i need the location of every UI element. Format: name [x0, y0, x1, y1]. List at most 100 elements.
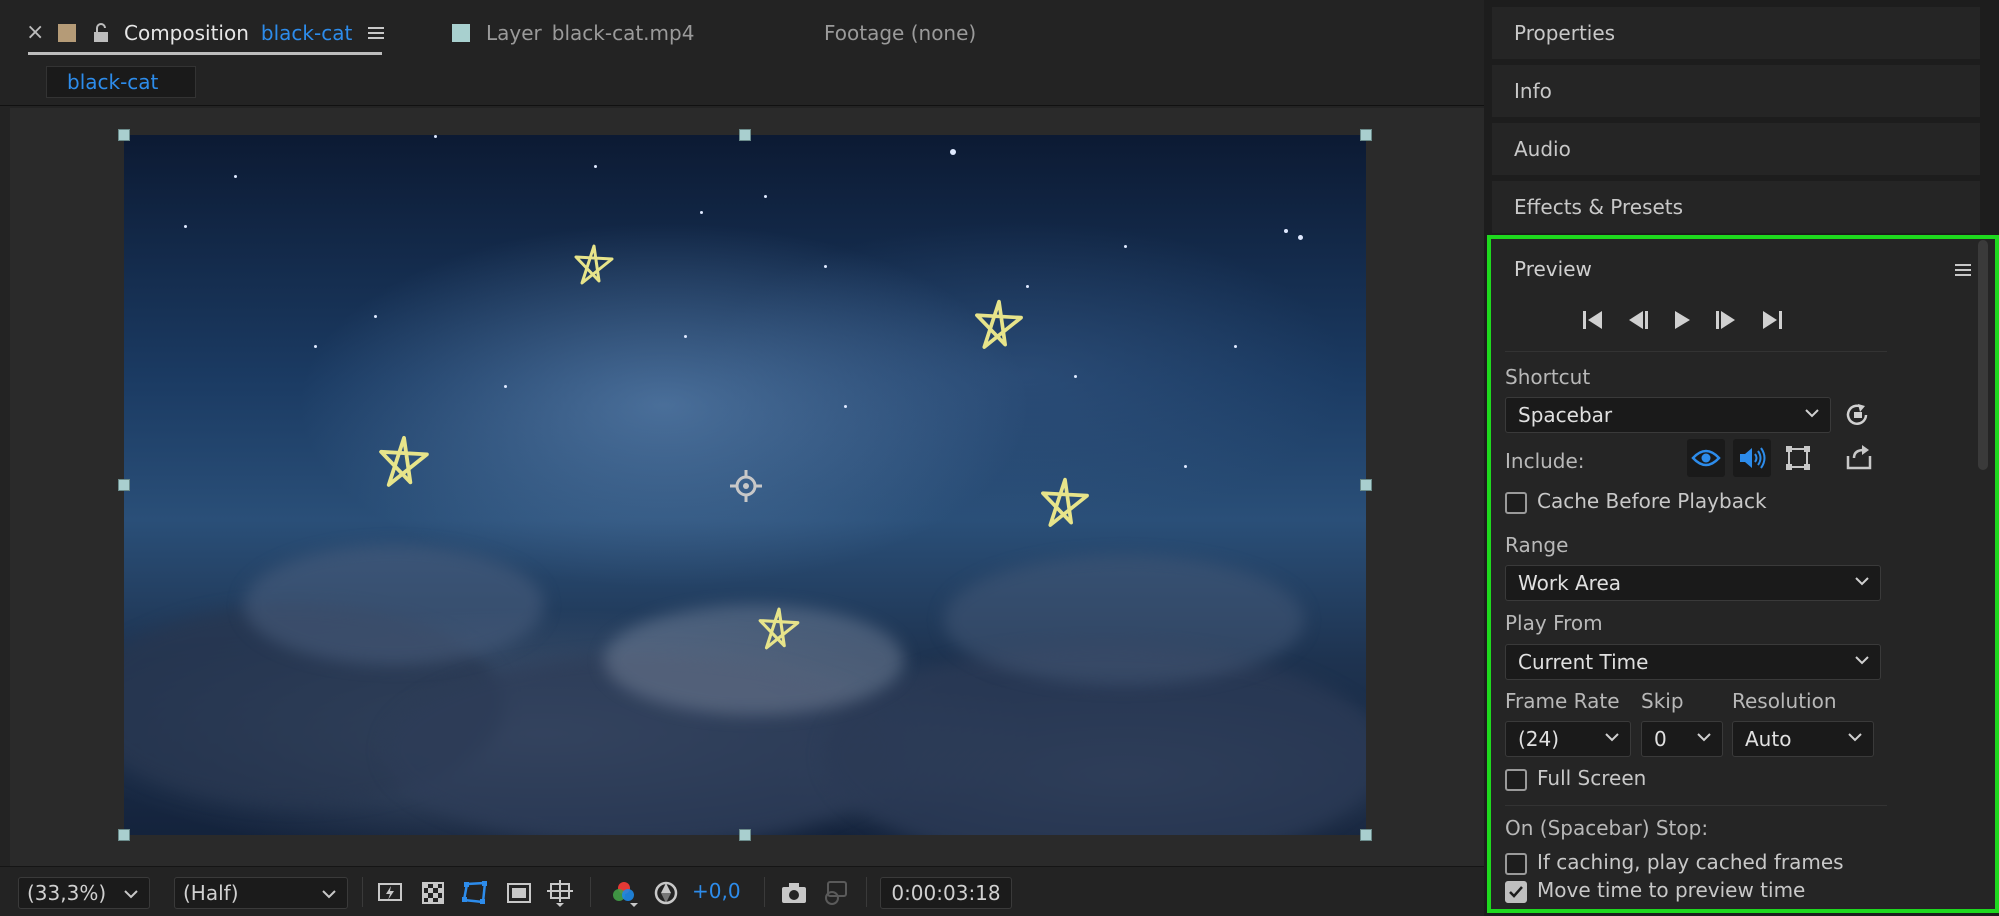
- section-divider: [1505, 805, 1887, 806]
- mask-path-icon[interactable]: [461, 879, 489, 907]
- include-video-toggle[interactable]: [1687, 439, 1725, 477]
- effects-presets-panel-header[interactable]: Effects & Presets: [1492, 181, 1980, 233]
- toolbar-divider: [764, 877, 765, 907]
- full-screen-checkbox[interactable]: [1505, 769, 1527, 791]
- transform-handle[interactable]: [118, 129, 130, 141]
- skip-dropdown[interactable]: 0: [1641, 721, 1723, 757]
- guides-icon[interactable]: [546, 879, 574, 907]
- drawn-star-icon: [1041, 477, 1089, 527]
- transform-handle[interactable]: [1360, 829, 1372, 841]
- full-screen-label: Full Screen: [1537, 766, 1647, 790]
- composition-panel: × Composition black-cat Layer black-cat.…: [0, 0, 1484, 916]
- next-frame-icon[interactable]: [1713, 309, 1739, 331]
- reset-exposure-icon[interactable]: [652, 879, 680, 907]
- cache-before-playback-checkbox[interactable]: [1505, 492, 1527, 514]
- tab-layer-label: Layer: [486, 21, 542, 45]
- tab-footage-label: Footage (none): [824, 21, 977, 45]
- region-of-interest-icon[interactable]: [505, 879, 533, 907]
- composition-tab-bar: × Composition black-cat Layer black-cat.…: [0, 0, 1484, 62]
- active-tab-underline: [28, 52, 382, 55]
- chevron-down-icon: [322, 890, 336, 899]
- tab-layer-name: black-cat.mp4: [551, 21, 695, 45]
- previous-frame-icon[interactable]: [1625, 309, 1651, 331]
- preview-panel-title: Preview: [1514, 257, 1592, 281]
- magnification-dropdown[interactable]: (33,3%): [18, 877, 150, 909]
- tab-layer[interactable]: Layer black-cat.mp4: [452, 18, 694, 48]
- right-panel-scrollbar[interactable]: [1978, 240, 1988, 470]
- snapshot-icon[interactable]: [780, 879, 808, 907]
- frame-rate-dropdown[interactable]: (24): [1505, 721, 1631, 757]
- eye-icon: [1691, 449, 1721, 467]
- chevron-down-icon: [1848, 733, 1862, 742]
- transparency-grid-icon[interactable]: [419, 879, 447, 907]
- toolbar-divider: [590, 877, 591, 907]
- play-from-value: Current Time: [1518, 650, 1649, 674]
- move-time-checkbox[interactable]: [1505, 881, 1527, 903]
- on-stop-label: On (Spacebar) Stop:: [1505, 816, 1709, 840]
- close-tab-icon[interactable]: ×: [26, 20, 44, 45]
- composition-viewer[interactable]: [10, 108, 1484, 866]
- transform-handle[interactable]: [1360, 129, 1372, 141]
- show-snapshot-icon[interactable]: [822, 879, 850, 907]
- drawn-star-icon: [379, 435, 429, 487]
- shortcut-dropdown[interactable]: Spacebar: [1505, 397, 1831, 433]
- cache-before-playback-label: Cache Before Playback: [1537, 489, 1767, 513]
- lock-icon[interactable]: [92, 23, 110, 43]
- speaker-icon: [1740, 447, 1766, 469]
- play-icon[interactable]: [1671, 309, 1693, 331]
- transform-handle[interactable]: [739, 129, 751, 141]
- composition-breadcrumb[interactable]: black-cat: [46, 66, 196, 98]
- properties-panel-header[interactable]: Properties: [1492, 7, 1980, 59]
- fast-preview-icon[interactable]: [376, 879, 404, 907]
- chevron-down-icon: [1805, 409, 1819, 418]
- reset-shortcut-icon[interactable]: [1844, 401, 1872, 429]
- panel-menu-icon[interactable]: [368, 26, 385, 40]
- export-icon[interactable]: [1844, 444, 1874, 472]
- drawn-star-icon: [975, 299, 1023, 349]
- transform-handle[interactable]: [118, 829, 130, 841]
- play-from-label: Play From: [1505, 611, 1603, 635]
- toolbar-divider: [866, 877, 867, 907]
- section-divider: [1505, 351, 1887, 352]
- info-panel-header[interactable]: Info: [1492, 65, 1980, 117]
- skip-label: Skip: [1641, 689, 1684, 713]
- range-label: Range: [1505, 533, 1569, 557]
- composition-color-swatch: [58, 24, 76, 42]
- channels-icon[interactable]: [610, 879, 638, 907]
- overlays-icon: [1786, 446, 1810, 470]
- current-time-display[interactable]: 0:00:03:18: [880, 877, 1012, 909]
- preview-resolution-dropdown[interactable]: Auto: [1732, 721, 1874, 757]
- exposure-value[interactable]: +0,0: [692, 879, 741, 903]
- tab-composition-name: black-cat: [260, 21, 353, 45]
- first-frame-icon[interactable]: [1580, 309, 1606, 331]
- range-value: Work Area: [1518, 571, 1622, 595]
- transform-handle[interactable]: [739, 829, 751, 841]
- include-audio-toggle[interactable]: [1733, 439, 1771, 477]
- last-frame-icon[interactable]: [1759, 309, 1785, 331]
- drawn-star-icon: [758, 607, 800, 650]
- checkmark-icon: [1509, 886, 1523, 898]
- tab-footage[interactable]: Footage (none): [824, 18, 976, 48]
- shortcut-label: Shortcut: [1505, 365, 1591, 389]
- toolbar-divider: [362, 877, 363, 907]
- include-overlays-toggle[interactable]: [1779, 439, 1817, 477]
- preview-resolution-value: Auto: [1745, 727, 1792, 751]
- resolution-label: Resolution: [1732, 689, 1837, 713]
- if-caching-checkbox[interactable]: [1505, 853, 1527, 875]
- transform-handle[interactable]: [1360, 479, 1372, 491]
- composition-navigator: black-cat: [0, 62, 1484, 106]
- resolution-dropdown[interactable]: (Half): [174, 877, 348, 909]
- composition-canvas[interactable]: [124, 135, 1366, 835]
- if-caching-label: If caching, play cached frames: [1537, 850, 1844, 874]
- panel-menu-icon[interactable]: [1955, 263, 1971, 277]
- preview-panel: Preview Shortcut Spacebar Include: Cache: [1487, 235, 1999, 913]
- layer-color-swatch: [452, 24, 470, 42]
- play-from-dropdown[interactable]: Current Time: [1505, 644, 1881, 680]
- anchor-point-icon[interactable]: [730, 470, 762, 502]
- tab-composition[interactable]: Composition black-cat: [58, 18, 385, 48]
- chevron-down-icon: [1697, 733, 1711, 742]
- right-panel-stack: Properties Info Audio Effects & Presets …: [1484, 0, 1999, 916]
- transform-handle[interactable]: [118, 479, 130, 491]
- audio-panel-header[interactable]: Audio: [1492, 123, 1980, 175]
- range-dropdown[interactable]: Work Area: [1505, 565, 1881, 601]
